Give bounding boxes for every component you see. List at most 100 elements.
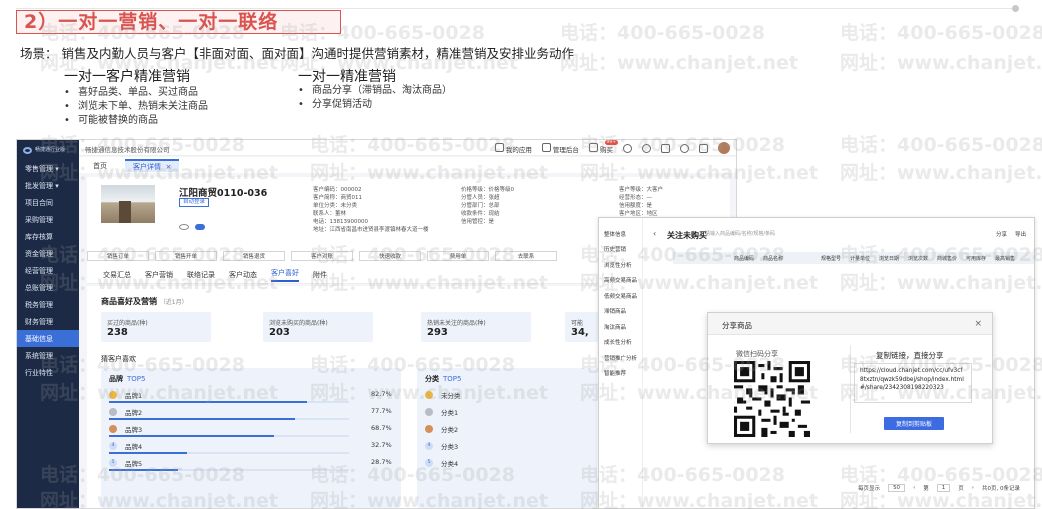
stat-hot-not-followed[interactable]: 热销未关注的商品(种) 293: [421, 312, 531, 342]
expense-button[interactable]: 费用单: [427, 251, 489, 261]
share-button[interactable]: 分享: [996, 230, 1007, 238]
sidebar-item[interactable]: 浏览性分析: [599, 257, 642, 273]
avatar[interactable]: [718, 142, 730, 154]
quick-receipt-button[interactable]: 快速收款: [359, 251, 421, 261]
sidebar-item[interactable]: 采购管理: [17, 211, 79, 228]
bullet-item: 商品分享（滞销品、淘汰商品）: [298, 84, 452, 98]
sidebar-item-active[interactable]: 基础信息: [17, 330, 79, 347]
my-apps-button[interactable]: 我的应用: [494, 142, 532, 154]
sidebar-item[interactable]: 总账管理: [17, 279, 79, 296]
page-size-select[interactable]: 50: [888, 484, 906, 492]
sidebar-item[interactable]: 批发管理 ▾: [17, 177, 79, 194]
sidebar-item[interactable]: 历史营销: [599, 242, 642, 258]
page-number-input[interactable]: 1: [936, 484, 951, 492]
buy-button[interactable]: 购买 99+: [588, 140, 618, 154]
page-title: 关注未购买: [667, 231, 707, 240]
table-actions: 分享 导出: [996, 230, 1026, 238]
sales-invoice-button[interactable]: 销售开单: [155, 251, 217, 261]
modal-title: 分享商品: [722, 321, 752, 330]
export-button[interactable]: 导出: [1015, 230, 1026, 238]
product-analysis-window: 整体信息 历史营销 浏览性分析 高频交易商品 低频交易商品 滞销商品 淘汰商品 …: [598, 217, 1035, 509]
tab-home[interactable]: 首页: [93, 161, 107, 171]
brand-bar: [109, 435, 349, 437]
watermark: 电话：400-665-0028: [840, 134, 1042, 156]
sidebar-item[interactable]: 整体信息: [599, 226, 642, 242]
info-column-2: 价格等级：价格等级0 分管人员：张超 分管部门：总部 收款条件：现结 信用管控：…: [461, 187, 514, 225]
tab-dynamics[interactable]: 客户动态: [229, 270, 257, 280]
rank-badge: 4: [425, 442, 433, 450]
sidebar-item[interactable]: 经营管理: [17, 262, 79, 279]
slide: 2）一对一营销、一对一联络 场景： 销售及内勤人员与客户【非面对面、面对面】沟通…: [0, 0, 1042, 509]
monitor-icon: [541, 142, 551, 152]
info-column-3: 客户等级：大客户 经营形态：— 信用额度：是 客户地区：地区: [619, 187, 664, 217]
customer-icons: [179, 224, 205, 230]
brand-bar: [109, 401, 349, 403]
list-item: 品牌2: [109, 407, 142, 417]
list-item: 4 品牌4: [109, 441, 142, 451]
share-url-field[interactable]: https://cloud.chanjet.com/cc/ufv3cf8txzt…: [854, 363, 972, 403]
brand-pct: 32.7%: [371, 441, 392, 449]
customer-name: 江阳商贸0110-036: [179, 188, 268, 199]
sales-order-button[interactable]: 销售订单: [87, 251, 149, 261]
next-page-icon[interactable]: ›: [972, 485, 974, 491]
help-icon[interactable]: [680, 143, 689, 153]
tab-attachments[interactable]: 附件: [313, 270, 327, 280]
tab-contact-log[interactable]: 联络记录: [187, 270, 215, 280]
apps-icon: [494, 142, 504, 152]
admin-button[interactable]: 管理后台: [541, 142, 579, 154]
watermark: 电话：400-665-0028: [560, 22, 765, 44]
tab-transactions[interactable]: 交易汇总: [103, 270, 131, 280]
search-icon[interactable]: [623, 143, 632, 153]
reconcile-button[interactable]: 客户对账: [291, 251, 353, 261]
sidebar-item[interactable]: 税务管理: [17, 296, 79, 313]
left-subtitle: 一对一客户精准营销: [64, 69, 190, 85]
tab-marketing[interactable]: 客户营销: [145, 270, 173, 280]
bullet-item: 可能被替换的商品: [64, 114, 208, 128]
sidebar-item[interactable]: 财务管理: [17, 313, 79, 330]
watermark: 电话：400-665-0028: [840, 22, 1042, 44]
sidebar-item[interactable]: 系统管理: [17, 347, 79, 364]
search-input[interactable]: 请输入商品编码/名称/规格/条码: [705, 230, 775, 237]
sidebar-item[interactable]: 行业特性: [17, 364, 79, 381]
brand-pct: 82.7%: [371, 390, 392, 398]
sidebar-item[interactable]: 项目合同: [17, 194, 79, 211]
cart-badge: 99+: [604, 139, 618, 145]
brand-bar-fill: [109, 469, 178, 471]
sidebar-item[interactable]: 高频交易商品: [599, 273, 642, 289]
link-icon[interactable]: [179, 224, 189, 230]
sales-return-button[interactable]: 销售退货: [223, 251, 285, 261]
stat-browsed[interactable]: 浏览未购买的商品(种) 203: [263, 312, 373, 342]
list-item: 品牌3: [109, 424, 142, 434]
sidebar-item[interactable]: 资金管理: [17, 245, 79, 262]
gold-medal-icon: [425, 391, 433, 399]
left-bullets: 喜好品类、单品、买过商品 浏览未下单、热销未关注商品 可能被替换的商品: [64, 86, 208, 128]
header-rule: [16, 8, 1016, 9]
copy-to-clipboard-button[interactable]: 复制到剪贴板: [884, 417, 944, 430]
modal-divider: [850, 345, 851, 433]
sidebar-item[interactable]: 滞销商品: [599, 304, 642, 320]
sidebar-item[interactable]: 淘汰商品: [599, 319, 642, 335]
bell-icon[interactable]: [642, 143, 651, 153]
list-item: 未分类: [425, 390, 461, 400]
tab-preferences[interactable]: 客户喜好: [271, 268, 299, 282]
bullet-item: 浏览未下单、热销未关注商品: [64, 100, 208, 114]
sidebar-item[interactable]: 成长性分析: [599, 335, 642, 351]
tab-customer-detail[interactable]: 客户详情 ×: [125, 159, 180, 172]
sidebar-item[interactable]: 低频交易商品: [599, 288, 642, 304]
right-bullets: 商品分享（滞销品、淘汰商品） 分享促销活动: [298, 84, 452, 112]
fullscreen-icon[interactable]: [699, 143, 708, 153]
prev-page-icon[interactable]: ‹: [913, 485, 915, 491]
message-icon[interactable]: [661, 143, 670, 153]
contact-button[interactable]: 去联系: [495, 251, 557, 261]
tab-close-icon[interactable]: ×: [165, 163, 171, 171]
back-icon[interactable]: ‹: [653, 229, 656, 238]
category-top5: 分类 TOP5 未分类 分类1 分类2 4 分类3 5 分类4: [417, 368, 597, 508]
sidebar-item[interactable]: 零售管理 ▾: [17, 160, 79, 177]
stat-bought[interactable]: 买过的商品(种) 238: [101, 312, 211, 342]
close-icon[interactable]: ×: [974, 319, 982, 329]
wechat-icon[interactable]: [195, 224, 205, 230]
sidebar-item[interactable]: 库存核算: [17, 228, 79, 245]
sidebar-item[interactable]: 营销推广分析: [599, 350, 642, 366]
sidebar-item[interactable]: 智能推荐: [599, 366, 642, 382]
brand-bar: [109, 452, 349, 454]
